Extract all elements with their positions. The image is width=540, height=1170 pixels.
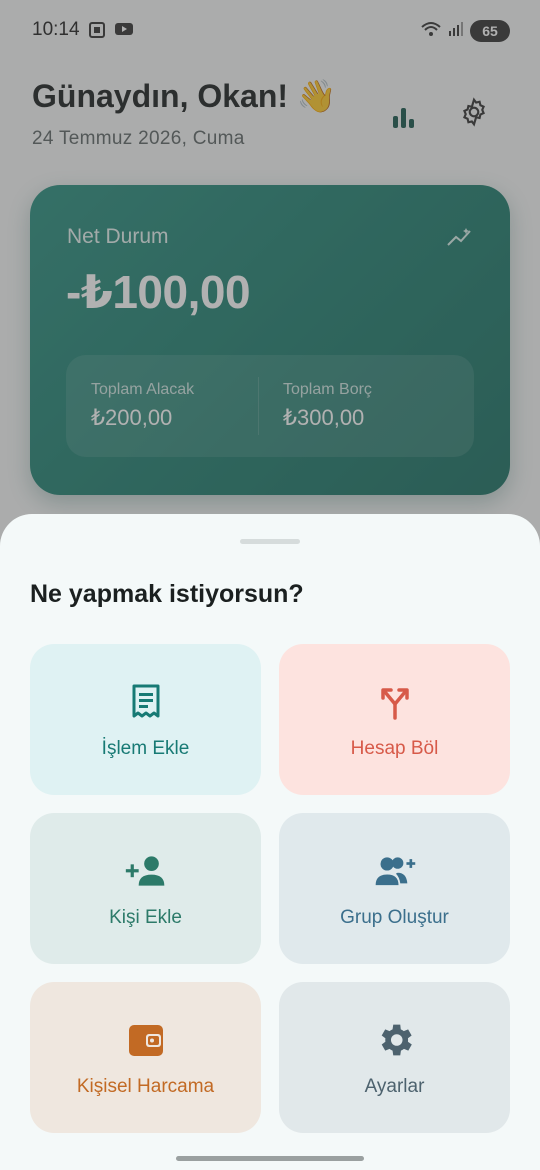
add-group-icon bbox=[373, 849, 417, 893]
home-indicator[interactable] bbox=[176, 1156, 364, 1161]
sheet-title: Ne yapmak istiyorsun? bbox=[30, 580, 304, 608]
sheet-drag-handle[interactable] bbox=[240, 539, 300, 544]
add-person-label: Kişi Ekle bbox=[109, 906, 182, 928]
wallet-icon bbox=[124, 1018, 168, 1062]
create-group-label: Grup Oluştur bbox=[340, 906, 449, 928]
personal-expense-button[interactable]: Kişisel Harcama bbox=[30, 982, 261, 1133]
add-transaction-button[interactable]: İşlem Ekle bbox=[30, 644, 261, 795]
add-person-icon bbox=[124, 849, 168, 893]
split-icon bbox=[373, 680, 417, 724]
add-person-button[interactable]: Kişi Ekle bbox=[30, 813, 261, 964]
split-bill-label: Hesap Böl bbox=[350, 737, 439, 759]
action-bottom-sheet: Ne yapmak istiyorsun? İşlem Ekle Hesap B… bbox=[0, 514, 540, 1170]
split-bill-button[interactable]: Hesap Böl bbox=[279, 644, 510, 795]
settings-action-label: Ayarlar bbox=[364, 1075, 425, 1097]
create-group-button[interactable]: Grup Oluştur bbox=[279, 813, 510, 964]
personal-expense-label: Kişisel Harcama bbox=[76, 1075, 215, 1097]
settings-action-button[interactable]: Ayarlar bbox=[279, 982, 510, 1133]
add-transaction-label: İşlem Ekle bbox=[101, 737, 190, 759]
app-screen: 10:14 65 Günaydın, Okan! 👋 24 Temmuz 202… bbox=[0, 0, 540, 1170]
gear-icon bbox=[373, 1018, 417, 1062]
receipt-icon bbox=[124, 680, 168, 724]
